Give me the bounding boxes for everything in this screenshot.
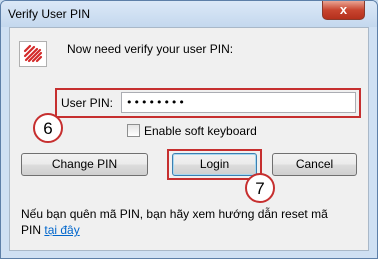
window-title: Verify User PIN	[8, 7, 91, 21]
help-link[interactable]: tại đây	[44, 223, 79, 237]
close-button[interactable]: x	[322, 1, 365, 20]
app-logo-icon	[19, 41, 47, 67]
cancel-button[interactable]: Cancel	[272, 153, 357, 176]
close-icon: x	[339, 2, 348, 17]
callout-step-7: 7	[245, 173, 275, 203]
callout-step-6: 6	[33, 113, 63, 143]
change-pin-button[interactable]: Change PIN	[21, 153, 148, 176]
pin-input[interactable]	[121, 92, 356, 113]
help-text: Nếu bạn quên mã PIN, bạn hãy xem hướng d…	[21, 206, 351, 238]
soft-keyboard-label[interactable]: Enable soft keyboard	[144, 124, 257, 138]
instruction-text: Now need verify your user PIN:	[67, 42, 234, 56]
pin-label: User PIN:	[61, 96, 114, 110]
soft-keyboard-checkbox[interactable]	[127, 124, 140, 137]
title-bar[interactable]: Verify User PIN x	[1, 1, 377, 27]
login-button[interactable]: Login	[172, 153, 257, 176]
